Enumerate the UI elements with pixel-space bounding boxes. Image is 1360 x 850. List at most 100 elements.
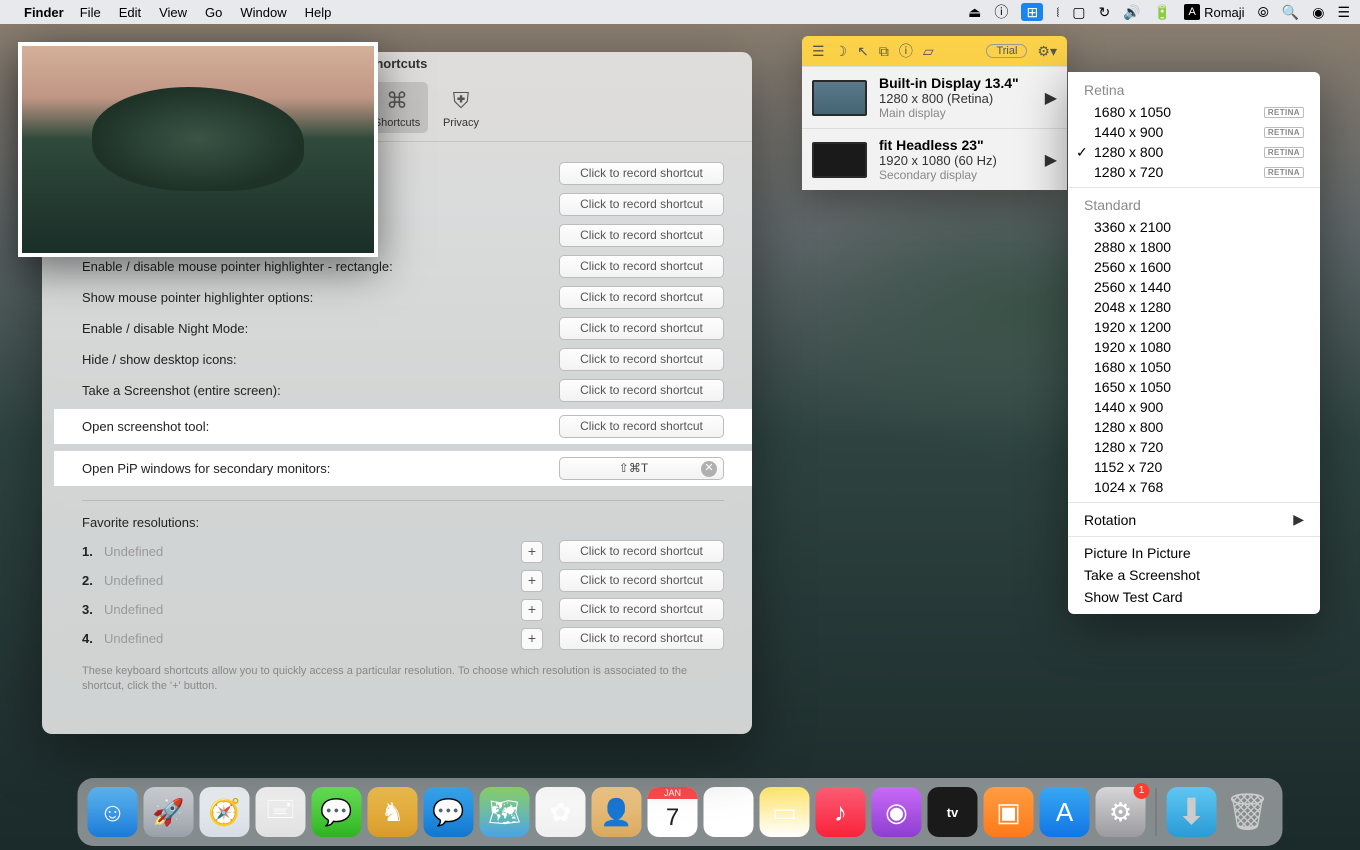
dock-appstore[interactable]: A <box>1040 787 1090 837</box>
resolution-option[interactable]: 1280 x 720 <box>1068 437 1320 457</box>
dock-downloads[interactable]: ⬇ <box>1167 787 1217 837</box>
dock-contacts[interactable]: 👤 <box>592 787 642 837</box>
resolution-option[interactable]: 1152 x 720 <box>1068 457 1320 477</box>
resolution-option[interactable]: 2048 x 1280 <box>1068 297 1320 317</box>
pip-action[interactable]: Picture In Picture <box>1068 542 1320 564</box>
dock-podcasts[interactable]: ◉ <box>872 787 922 837</box>
airplay-icon[interactable]: ▢ <box>1072 4 1085 21</box>
notification-center-icon[interactable]: ☰ <box>1337 4 1350 21</box>
menu-edit[interactable]: Edit <box>119 5 141 20</box>
ruler-icon[interactable]: ▱ <box>923 43 934 60</box>
list-icon[interactable]: ☰ <box>812 43 825 60</box>
fastforward-icon[interactable]: ⦾ <box>1258 4 1269 21</box>
resolution-option[interactable]: 3360 x 2100 <box>1068 217 1320 237</box>
resolution-option[interactable]: 1440 x 900RETINA <box>1068 122 1320 142</box>
dock-messages[interactable]: 💬 <box>312 787 362 837</box>
resolution-option[interactable]: ✓1280 x 800RETINA <box>1068 142 1320 162</box>
resolution-option[interactable]: 1920 x 1200 <box>1068 317 1320 337</box>
menu-help[interactable]: Help <box>305 5 332 20</box>
display-item[interactable]: Built-in Display 13.4"1280 x 800 (Retina… <box>802 66 1067 128</box>
siri-icon[interactable]: ◉ <box>1312 4 1324 21</box>
record-button[interactable]: Click to record shortcut <box>559 162 724 185</box>
resolution-option[interactable]: 1280 x 800 <box>1068 417 1320 437</box>
pip-preview <box>22 46 374 253</box>
cursor-icon[interactable]: ↖ <box>857 43 869 60</box>
resolution-option[interactable]: 2560 x 1440 <box>1068 277 1320 297</box>
display-item[interactable]: fit Headless 23"1920 x 1080 (60 Hz)Secon… <box>802 128 1067 190</box>
pip-icon[interactable]: ⧉ <box>879 43 889 60</box>
testcard-action[interactable]: Show Test Card <box>1068 586 1320 608</box>
dock-launchpad[interactable]: 🚀 <box>144 787 194 837</box>
record-button[interactable]: Click to record shortcut <box>559 193 724 216</box>
menu-file[interactable]: File <box>80 5 101 20</box>
chevron-right-icon: ▶ <box>1045 150 1057 170</box>
moon-icon[interactable]: ☽ <box>835 43 848 60</box>
resolution-option[interactable]: 1024 x 768 <box>1068 477 1320 497</box>
menu-view[interactable]: View <box>159 5 187 20</box>
record-button[interactable]: Click to record shortcut <box>559 348 724 371</box>
accessibility-icon[interactable]: ⓘ <box>994 2 1008 22</box>
dock-sysprefs[interactable]: ⚙1 <box>1096 787 1146 837</box>
record-button[interactable]: Click to record shortcut <box>559 379 724 402</box>
monitor-icon <box>812 142 867 178</box>
battery-icon[interactable]: 🔋 <box>1154 4 1171 21</box>
add-button[interactable]: + <box>521 599 543 621</box>
volume-icon[interactable]: 🔊 <box>1123 4 1140 21</box>
clear-icon[interactable]: ✕ <box>701 461 717 477</box>
record-button[interactable]: Click to record shortcut <box>559 569 724 592</box>
resolution-option[interactable]: 1440 x 900 <box>1068 397 1320 417</box>
dock-music[interactable]: ♪ <box>816 787 866 837</box>
record-button[interactable]: Click to record shortcut <box>559 415 724 438</box>
record-button[interactable]: Click to record shortcut <box>559 317 724 340</box>
input-source[interactable]: ARomaji <box>1184 4 1244 20</box>
trial-badge[interactable]: Trial <box>986 44 1027 58</box>
record-button[interactable]: Click to record shortcut <box>559 286 724 309</box>
dock-trash[interactable]: 🗑 <box>1223 787 1273 837</box>
record-button[interactable]: Click to record shortcut <box>559 627 724 650</box>
resolution-option[interactable]: 2880 x 1800 <box>1068 237 1320 257</box>
resolution-option[interactable]: 2560 x 1600 <box>1068 257 1320 277</box>
dock-notes[interactable]: ▭ <box>760 787 810 837</box>
record-button[interactable]: Click to record shortcut <box>559 224 724 247</box>
display-menu-icon[interactable]: ⊞ <box>1021 3 1043 21</box>
resolution-option[interactable]: 1680 x 1050RETINA <box>1068 102 1320 122</box>
dock-tv[interactable]: tv <box>928 787 978 837</box>
add-button[interactable]: + <box>521 570 543 592</box>
dock-safari[interactable]: 🧭 <box>200 787 250 837</box>
standard-header: Standard <box>1068 193 1320 217</box>
gear-icon[interactable]: ⚙▾ <box>1037 43 1057 60</box>
screenshot-action[interactable]: Take a Screenshot <box>1068 564 1320 586</box>
record-button[interactable]: Click to record shortcut <box>559 255 724 278</box>
eject-icon[interactable]: ⏏ <box>968 4 981 21</box>
dock-photos[interactable]: ✿ <box>536 787 586 837</box>
dock-books[interactable]: ▣ <box>984 787 1034 837</box>
resolution-option[interactable]: 1920 x 1080 <box>1068 337 1320 357</box>
rotation-menu[interactable]: Rotation▶ <box>1068 508 1320 531</box>
resolution-option[interactable]: 1650 x 1050 <box>1068 377 1320 397</box>
dock-chess[interactable]: ♞ <box>368 787 418 837</box>
add-button[interactable]: + <box>521 628 543 650</box>
add-button[interactable]: + <box>521 541 543 563</box>
record-button[interactable]: Click to record shortcut <box>559 540 724 563</box>
dock-mail[interactable]: 🖃 <box>256 787 306 837</box>
dock-finder[interactable]: ☺ <box>88 787 138 837</box>
dock-maps[interactable]: 🗺 <box>480 787 530 837</box>
dock-chat[interactable]: 💬 <box>424 787 474 837</box>
record-button[interactable]: ⇧⌘T✕ <box>559 457 724 480</box>
dock-reminders[interactable]: ☰ <box>704 787 754 837</box>
wifi-icon[interactable]: ⧙ <box>1056 4 1059 21</box>
tab-privacy[interactable]: ⛨Privacy <box>430 82 492 133</box>
app-name[interactable]: Finder <box>24 5 64 20</box>
dock-calendar[interactable]: JAN7 <box>648 787 698 837</box>
fav-row: 2.Undefined+Click to record shortcut <box>82 569 724 592</box>
resolution-option[interactable]: 1680 x 1050 <box>1068 357 1320 377</box>
record-button[interactable]: Click to record shortcut <box>559 598 724 621</box>
check-icon: ✓ <box>1076 144 1088 161</box>
pip-window[interactable] <box>18 42 378 257</box>
menu-go[interactable]: Go <box>205 5 222 20</box>
menu-window[interactable]: Window <box>240 5 286 20</box>
timemachine-icon[interactable]: ↻ <box>1099 4 1111 21</box>
info-icon[interactable]: ⓘ <box>899 41 913 61</box>
resolution-option[interactable]: 1280 x 720RETINA <box>1068 162 1320 182</box>
spotlight-icon[interactable]: 🔍 <box>1282 4 1299 21</box>
